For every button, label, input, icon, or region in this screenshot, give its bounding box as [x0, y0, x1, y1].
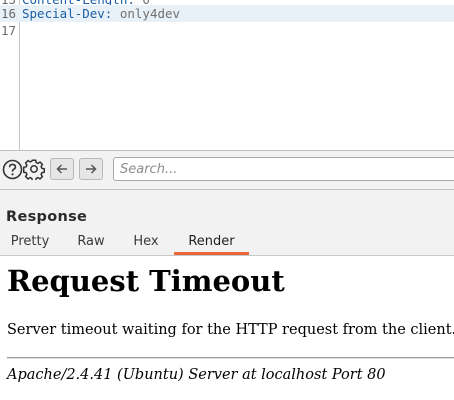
search-input[interactable]	[113, 157, 454, 181]
line-number: 16	[1, 6, 17, 21]
tab-hex[interactable]: Hex	[126, 233, 166, 255]
repeater-response-view: 15 Content-Length: 0 16 Special-Dev: onl…	[0, 0, 454, 400]
code-line[interactable]: 17	[0, 22, 454, 39]
tab-render[interactable]: Render	[174, 233, 249, 255]
tab-raw[interactable]: Raw	[72, 233, 110, 255]
tab-pretty[interactable]: Pretty	[4, 233, 56, 255]
response-panel-header: Response Pretty Raw Hex Render	[0, 190, 454, 256]
error-message: Server timeout waiting for the HTTP requ…	[7, 322, 454, 338]
line-number: 17	[1, 23, 17, 38]
request-editor[interactable]: 15 Content-Length: 0 16 Special-Dev: onl…	[0, 0, 454, 150]
arrow-right-icon[interactable]	[79, 158, 103, 180]
server-signature: Apache/2.4.41 (Ubuntu) Server at localho…	[7, 367, 386, 383]
header-value: only4dev	[119, 6, 181, 21]
arrow-left-icon[interactable]	[50, 158, 74, 180]
divider	[7, 357, 454, 359]
page-heading: Request Timeout	[7, 264, 285, 298]
code-line[interactable]: 16 Special-Dev: only4dev	[0, 5, 454, 22]
rendered-response: Request Timeout Server timeout waiting f…	[0, 256, 454, 400]
header-name: Special-Dev:	[22, 6, 113, 21]
response-title: Response	[6, 209, 88, 225]
help-circle-icon[interactable]	[1, 158, 23, 180]
gear-icon[interactable]	[23, 158, 45, 180]
